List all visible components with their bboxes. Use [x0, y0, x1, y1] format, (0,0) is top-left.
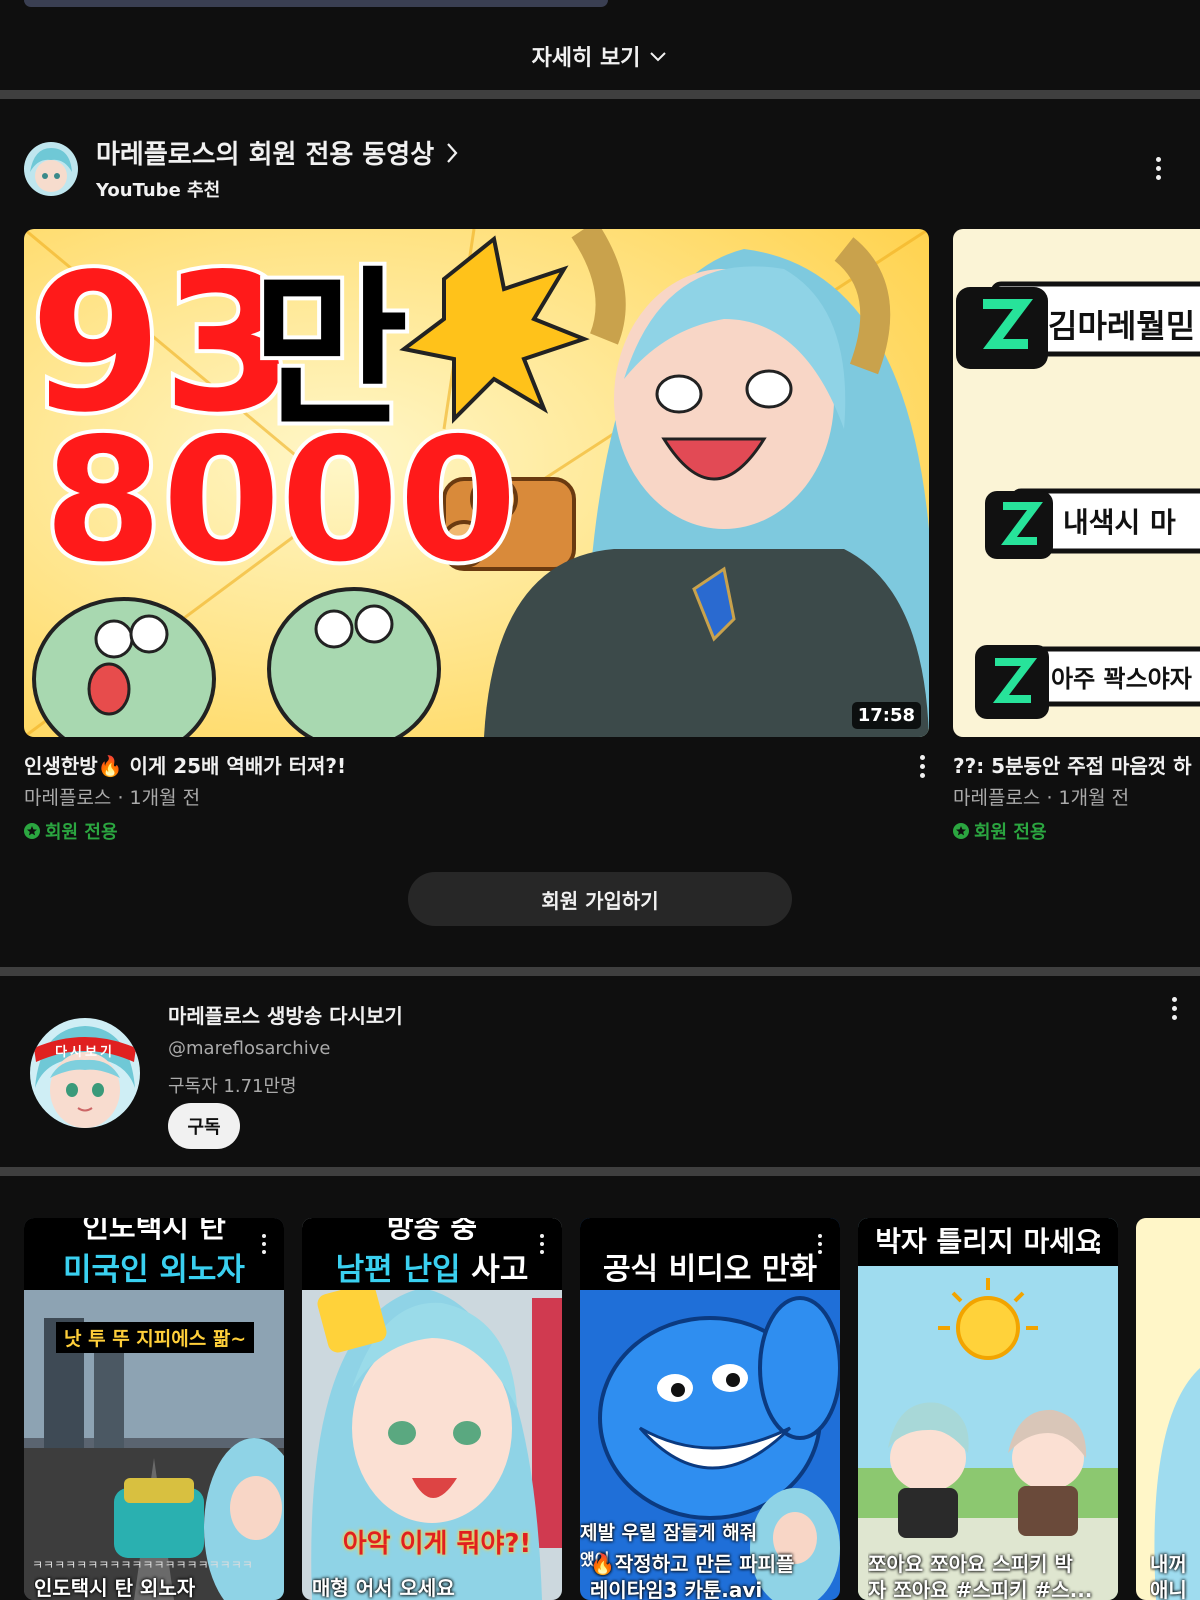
members-only-badge: 회원 전용	[953, 818, 1047, 844]
show-more-label: 자세히 보기	[531, 46, 641, 71]
members-section-title[interactable]: 마레플로스의 회원 전용 동영상	[96, 134, 460, 171]
channel-name[interactable]: 마레플로스 생방송 다시보기	[168, 1000, 403, 1029]
members-only-label: 회원 전용	[45, 822, 118, 843]
thumb-text-8000: 8000	[44, 402, 517, 600]
section-more-icon[interactable]	[1146, 152, 1170, 184]
short-title: 매형 어서 오세요	[312, 1576, 455, 1600]
members-section-subtitle: YouTube 추천	[96, 180, 221, 201]
members-star-icon	[953, 823, 969, 839]
thumbnail-artwork: 김마레뭘믿 내색시 마 아주 꽉스야자	[953, 229, 1200, 737]
short-artwork	[1136, 1218, 1200, 1600]
video-title[interactable]: 인생한방🔥 이게 25배 역배가 터져?!	[24, 750, 884, 779]
channel-avatar[interactable]	[24, 142, 78, 196]
short-overlay-text: 아악 이게 뭐야?!	[342, 1529, 532, 1559]
avatar-banner-text: 다시보기	[55, 1044, 115, 1060]
short-overlay-text: ㅋㅋㅋㅋㅋㅋㅋㅋㅋㅋㅋㅋㅋㅋㅋㅋㅋㅋㅋㅋ	[32, 1558, 253, 1572]
channel-card-avatar[interactable]: 다시보기	[30, 1018, 140, 1128]
short-more-icon[interactable]	[530, 1228, 554, 1260]
video-duration: 17:58	[851, 702, 921, 729]
video-thumbnail[interactable]: 93 만 8000 17:58	[24, 229, 929, 737]
video-meta: 마레플로스 · 1개월 전	[24, 787, 201, 809]
short-title: 자 쪼아요 #스피키 #스...	[868, 1578, 1093, 1600]
short-card[interactable]: 공식 비디오 만화 제발 우릴 잠들게 해줘 앴어 🔥작정하고 만든 파피플 레…	[580, 1218, 840, 1600]
short-title: 레이타임3 카툰.avi	[590, 1578, 763, 1600]
members-section-title-text: 마레플로스의 회원 전용 동영상	[96, 140, 435, 170]
channel-subscriber-count: 구독자 1.71만명	[168, 1076, 297, 1097]
short-overlay-text: 낫 투 뚜 지피에스 팖~	[56, 1322, 255, 1353]
previous-section-image-edge	[24, 0, 608, 7]
chevron-down-icon	[650, 52, 667, 62]
section-divider	[0, 967, 1200, 976]
section-divider	[0, 90, 1200, 99]
short-overlay-text: 제발 우릴 잠들게 해줘	[580, 1522, 758, 1544]
show-more-button[interactable]: 자세히 보기	[0, 26, 1200, 86]
thumb-line-3: 아주 꽉스야자	[1051, 665, 1192, 693]
video-thumbnail[interactable]: 김마레뭘믿 내색시 마 아주 꽉스야자	[953, 229, 1200, 737]
video-meta: 마레플로스 · 1개월 전	[953, 787, 1130, 809]
video-title[interactable]: ??: 5분동안 주접 마음껏 하	[953, 750, 1200, 779]
short-more-icon[interactable]	[808, 1228, 832, 1260]
short-top-line1: 방송 중	[386, 1218, 478, 1244]
short-title-line1: 내꺼	[1150, 1552, 1187, 1576]
short-top-banner: 인도택시 탄 미국인 외노자	[24, 1218, 284, 1290]
short-top-line2: 박자 틀리지 마세요	[875, 1225, 1101, 1258]
short-card[interactable]: 인도택시 탄 미국인 외노자 낫 투 뚜 지피에스 팖~ ㅋㅋㅋㅋㅋㅋㅋㅋㅋㅋㅋ…	[24, 1218, 284, 1600]
short-card[interactable]: 내꺼 애니	[1136, 1218, 1200, 1600]
short-top-banner: 공식 비디오 만화	[580, 1218, 840, 1290]
channel-handle: @mareflosarchive	[168, 1038, 331, 1059]
thumbnail-artwork: 93 만 8000	[24, 229, 929, 737]
thumb-line-1: 김마레뭘믿	[1048, 307, 1195, 345]
join-membership-button[interactable]: 회원 가입하기	[408, 872, 792, 926]
short-title: 인도택시 탄 외노자	[34, 1576, 196, 1600]
members-only-label: 회원 전용	[974, 822, 1047, 843]
short-more-icon[interactable]	[252, 1228, 276, 1260]
short-title: 애니	[1150, 1578, 1187, 1600]
short-card[interactable]: 방송 중 남편 난입 사고 아악 이게 뭐야?! 매형 어서 오세요	[302, 1218, 562, 1600]
members-only-badge: 회원 전용	[24, 818, 118, 844]
short-top-banner: 방송 중 남편 난입 사고	[302, 1218, 562, 1290]
short-more-icon[interactable]	[1086, 1228, 1110, 1260]
video-more-icon[interactable]	[910, 750, 934, 782]
chevron-right-icon	[447, 142, 458, 163]
short-card[interactable]: 박자 틀리지 마세요 쪼아요 쪼아요 스피키 박 자 쪼아요 #스피키 #스..…	[858, 1218, 1118, 1600]
members-star-icon	[24, 823, 40, 839]
short-title-line1: 쪼아요 쪼아요 스피키 박	[868, 1552, 1073, 1576]
short-artwork	[858, 1218, 1118, 1600]
section-divider	[0, 1167, 1200, 1176]
short-top-line1: 인도택시 탄	[82, 1218, 226, 1244]
short-top-line2: 미국인 외노자	[63, 1252, 245, 1288]
short-top-line2: 공식 비디오 만화	[602, 1252, 818, 1287]
channel-more-icon[interactable]	[1162, 992, 1186, 1024]
short-title-line1: 🔥작정하고 만든 파피플	[590, 1552, 795, 1576]
short-top-line2: 남편 난입 사고	[335, 1252, 529, 1288]
subscribe-button[interactable]: 구독	[168, 1103, 240, 1149]
short-top-banner: 박자 틀리지 마세요	[858, 1218, 1118, 1266]
thumb-line-2: 내색시 마	[1063, 506, 1176, 539]
